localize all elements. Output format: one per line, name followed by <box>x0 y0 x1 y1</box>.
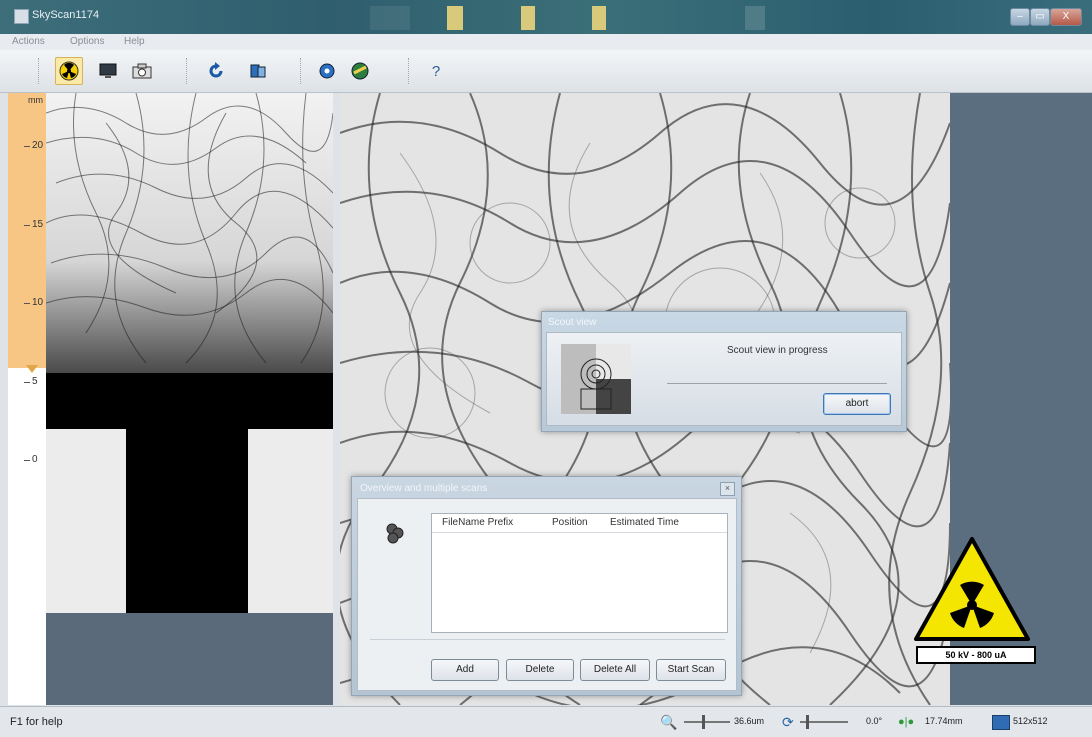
position-value: 17.74mm <box>925 716 963 726</box>
close-button[interactable]: X <box>1050 8 1082 26</box>
menu-help[interactable]: Help <box>124 36 145 47</box>
zoom-slider[interactable] <box>684 721 730 723</box>
title-bar: SkyScan1174 – ▭ X <box>0 0 1092 34</box>
ruler-unit: mm <box>28 95 43 105</box>
angle-value: 0.0° <box>866 716 883 726</box>
toolbar-grip <box>300 58 304 84</box>
resolution-value: 512x512 <box>1013 716 1048 726</box>
overview-multiple-scans-dialog: Overview and multiple scans × FileName P… <box>351 476 742 696</box>
help-icon[interactable]: ? <box>422 57 450 85</box>
column-filename-prefix[interactable]: FileName Prefix <box>442 517 513 528</box>
scout-thumbnail-image <box>561 344 631 414</box>
ruler-tick <box>24 460 30 461</box>
delete-button[interactable]: Delete <box>506 659 574 681</box>
status-help-text: F1 for help <box>10 716 63 728</box>
ruler-tick <box>24 225 30 226</box>
overview-dialog-title: Overview and multiple scans <box>360 483 488 494</box>
xray-power-label: 50 kV - 800 uA <box>916 646 1036 664</box>
status-bar: F1 for help 🔍 36.6um ⟳ 0.0° ●|● 17.74mm … <box>0 706 1092 737</box>
overview-dialog-body: FileName Prefix Position Estimated Time … <box>357 498 737 691</box>
zoom-slider-knob[interactable] <box>702 715 705 729</box>
ruler-tick <box>24 382 30 383</box>
holder-right-region <box>248 429 333 613</box>
height-ruler: mm 20 15 10 5 0 <box>8 93 47 705</box>
table-header: FileName Prefix Position Estimated Time <box>432 514 727 533</box>
resolution-icon <box>992 715 1010 730</box>
toolbar-grip <box>186 58 190 84</box>
scout-progress-bar <box>667 383 887 384</box>
minimize-button[interactable]: – <box>1010 8 1030 26</box>
taskbar-thumbnail <box>592 6 606 30</box>
window-title: SkyScan1174 <box>32 9 100 21</box>
scan-icon[interactable] <box>244 57 272 85</box>
ruler-label: 15 <box>32 219 44 230</box>
sample-preview <box>46 93 333 705</box>
camera-icon[interactable] <box>128 57 156 85</box>
menu-actions[interactable]: Actions <box>12 36 45 47</box>
settings-icon[interactable] <box>313 57 341 85</box>
ruler-label: 0 <box>32 454 38 465</box>
close-icon[interactable]: × <box>720 482 735 496</box>
toolbar-grip <box>38 58 42 84</box>
add-button[interactable]: Add <box>431 659 499 681</box>
ruler-label: 5 <box>32 376 38 387</box>
menu-bar: Actions Options Help <box>0 34 1092 51</box>
sample-stack-icon <box>380 519 410 556</box>
taskbar-thumbnail <box>370 6 410 30</box>
ruler-tick <box>24 146 30 147</box>
reconstruct-icon[interactable] <box>346 57 374 85</box>
holder-left-region <box>46 429 126 613</box>
rotation-icon: ⟳ <box>782 714 794 730</box>
column-position[interactable]: Position <box>552 517 588 528</box>
ruler-label: 20 <box>32 140 44 151</box>
zoom-icon: 🔍 <box>660 714 678 730</box>
maximize-button[interactable]: ▭ <box>1030 8 1050 26</box>
taskbar-thumbnail <box>521 6 535 30</box>
scout-dialog-body: Scout view in progress abort <box>546 332 902 426</box>
monitor-icon[interactable] <box>94 57 122 85</box>
ruler-label: 10 <box>32 297 44 308</box>
delete-all-button[interactable]: Delete All <box>580 659 650 681</box>
taskbar-thumbnail <box>745 6 765 30</box>
xray-source-icon[interactable] <box>55 57 83 85</box>
taskbar-thumbnail <box>447 6 463 30</box>
ruler-tick <box>24 303 30 304</box>
empty-area <box>46 613 333 705</box>
scan-range-highlight <box>8 93 46 368</box>
app-icon <box>14 9 29 24</box>
column-estimated-time[interactable]: Estimated Time <box>610 517 679 528</box>
menu-options[interactable]: Options <box>70 36 104 47</box>
rotation-slider-knob[interactable] <box>806 715 809 729</box>
scan-list-table[interactable]: FileName Prefix Position Estimated Time <box>431 513 728 633</box>
scout-progress-message: Scout view in progress <box>727 345 828 356</box>
toolbar-grip <box>408 58 412 84</box>
start-scan-button[interactable]: Start Scan <box>656 659 726 681</box>
sample-foam-image <box>46 93 333 373</box>
divider <box>370 639 725 640</box>
abort-button[interactable]: abort <box>823 393 891 415</box>
pixel-size-value: 36.6um <box>734 716 765 726</box>
scout-view-dialog: Scout view Scout view in progress abort <box>541 311 907 432</box>
rotate-icon[interactable] <box>202 57 230 85</box>
position-arrows-icon: ●|● <box>898 716 915 728</box>
range-marker-handle[interactable] <box>26 365 38 373</box>
toolbar: ? <box>0 50 1092 93</box>
scout-dialog-title: Scout view <box>548 317 597 328</box>
